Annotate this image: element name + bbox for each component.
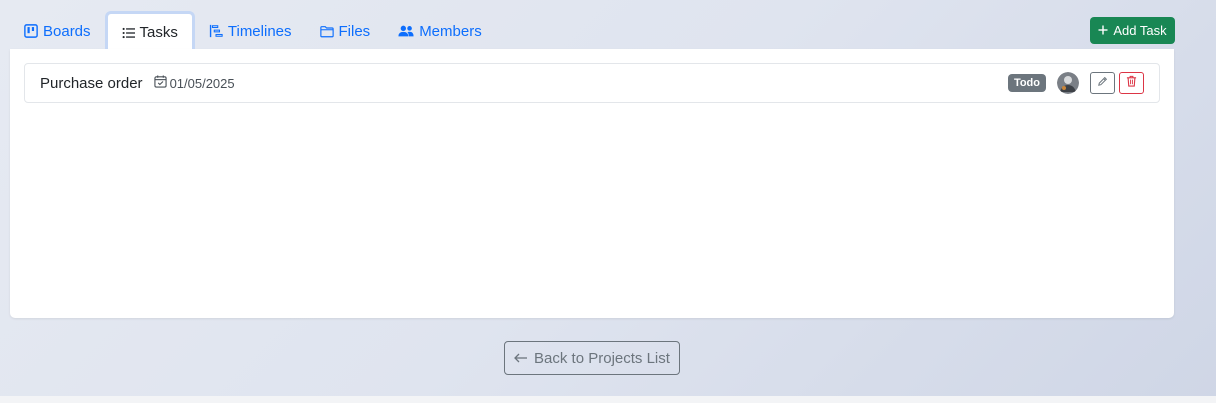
task-actions: Todo (1007, 72, 1144, 94)
tab-tasks-label: Tasks (139, 24, 178, 41)
status-badge: Todo (1007, 74, 1046, 92)
tab-timelines-label: Timelines (227, 22, 292, 40)
plus-icon (1098, 23, 1108, 38)
calendar-check-icon (153, 75, 167, 91)
people-icon (398, 25, 414, 37)
tab-boards[interactable]: Boards (10, 11, 105, 51)
task-due-date: 01/05/2025 (153, 75, 235, 91)
back-to-projects-button[interactable]: Back to Projects List (504, 341, 680, 375)
task-date-text: 01/05/2025 (169, 75, 235, 91)
task-row[interactable]: Purchase order 01/05/2025 Todo (24, 63, 1160, 103)
tasks-panel: Purchase order 01/05/2025 Todo (10, 49, 1174, 318)
trash-icon (1126, 74, 1137, 92)
list-icon (122, 27, 135, 39)
back-to-projects-label: Back to Projects List (534, 349, 670, 367)
tab-files-label: Files (338, 22, 371, 40)
add-task-label: Add Task (1113, 23, 1167, 38)
tab-members[interactable]: Members (384, 11, 496, 51)
folder-icon (319, 25, 334, 38)
tab-boards-label: Boards (43, 22, 91, 40)
tab-timelines[interactable]: Timelines (195, 11, 306, 51)
page-bottom-edge (0, 396, 1216, 403)
tab-files[interactable]: Files (306, 11, 385, 51)
tab-tasks[interactable]: Tasks (104, 11, 195, 51)
pencil-icon (1097, 74, 1108, 92)
edit-task-button[interactable] (1090, 72, 1115, 94)
avatar (1057, 72, 1079, 94)
timeline-icon (209, 24, 223, 38)
arrow-left-icon (514, 350, 528, 367)
add-task-button[interactable]: Add Task (1090, 17, 1175, 44)
task-title: Purchase order (40, 74, 143, 92)
delete-task-button[interactable] (1119, 72, 1144, 94)
tab-members-label: Members (419, 22, 482, 40)
project-tabs: Boards Tasks Timelines Files Members (10, 11, 1174, 51)
kanban-icon (24, 24, 38, 38)
